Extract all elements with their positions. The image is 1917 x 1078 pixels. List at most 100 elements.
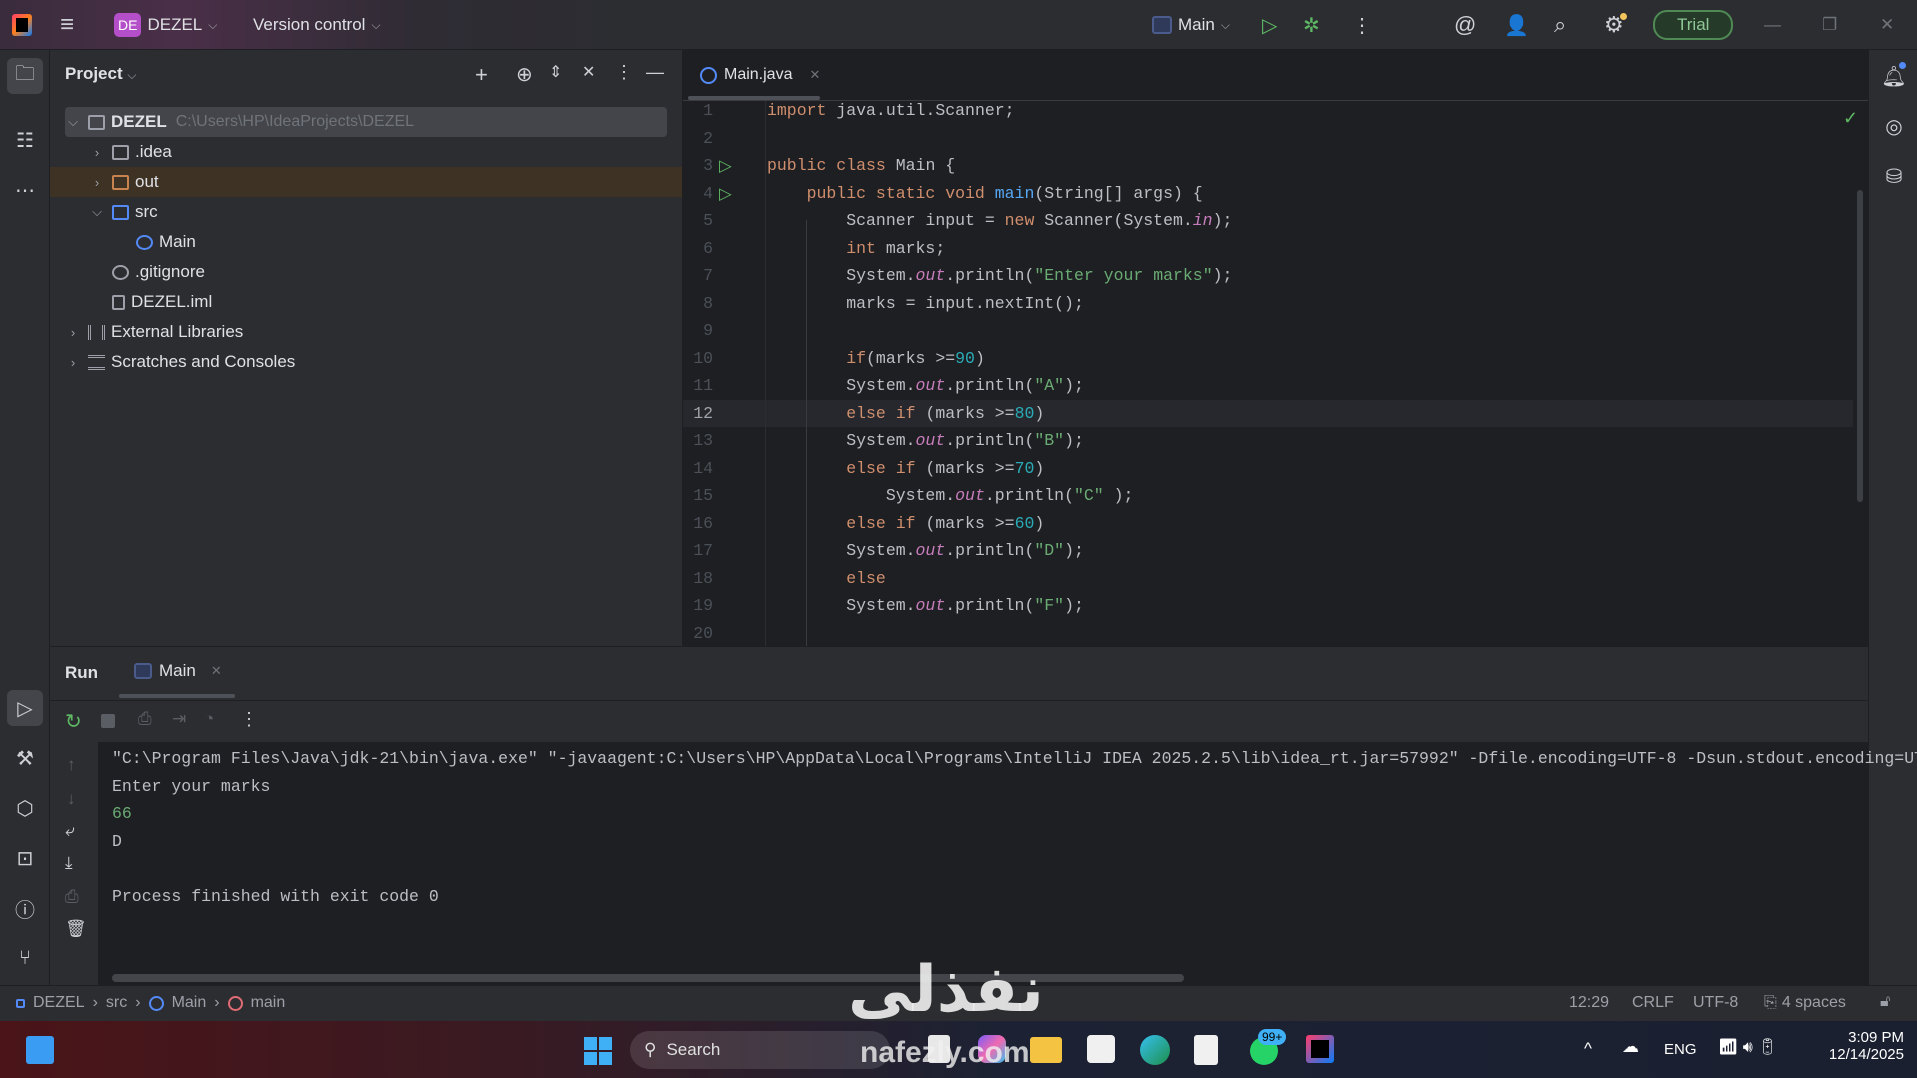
settings-gear-icon[interactable]: ⚙ (1604, 0, 1627, 50)
tree-item[interactable]: ⌵ DEZEL C:\Users\HP\IdeaProjects\DEZEL (65, 107, 667, 137)
attach-debugger-icon[interactable]: ⇥ (172, 709, 186, 729)
clear-trash-icon[interactable]: 🗑︎ (65, 919, 87, 939)
line-separator[interactable]: CRLF (1632, 994, 1674, 1012)
breadcrumb-item[interactable]: main (251, 994, 286, 1012)
soft-wrap-icon[interactable]: ⤶ (65, 821, 75, 841)
code-token: marks = input.nextInt(); (767, 293, 1084, 313)
git-icon[interactable]: ⑂ (7, 940, 43, 976)
ai-assistant-icon[interactable]: @ (1454, 0, 1476, 50)
scroll-down-icon[interactable]: ↓ (67, 789, 76, 809)
print-icon[interactable]: ⎙ (65, 887, 79, 907)
ai-chat-icon[interactable]: ◎ (1876, 108, 1912, 144)
snipping-tool-icon[interactable] (1194, 1035, 1218, 1065)
debug-button[interactable]: ✲ (1303, 0, 1320, 50)
minimize-button[interactable]: — (1764, 0, 1781, 50)
tree-item[interactable]: › Scratches and Consoles (50, 347, 682, 377)
lock-icon[interactable]: 🔓︎ (1880, 993, 1890, 1011)
more-options-icon[interactable]: ⋮ (240, 709, 258, 730)
tree-item[interactable]: .gitignore (50, 257, 682, 287)
project-badge: DE (114, 13, 142, 37)
build-hammer-icon[interactable]: ⚒ (7, 740, 43, 776)
ms-store-icon[interactable] (1087, 1035, 1115, 1063)
profiler-icon[interactable]: ◔ (204, 709, 214, 729)
terminal-icon[interactable]: ⊡ (7, 840, 43, 876)
caret-position[interactable]: 12:29 (1569, 994, 1609, 1012)
run-tab-main[interactable]: Main ✕ (134, 661, 222, 681)
close-tab-icon[interactable]: ✕ (809, 67, 820, 83)
rerun-icon[interactable]: ↻ (65, 709, 82, 734)
wifi-volume-battery-icons[interactable]: 📶︎ 🔊︎ 🔋︎ (1718, 1037, 1778, 1057)
close-tab-icon[interactable]: ✕ (211, 663, 222, 679)
services-icon[interactable]: ⬡ (7, 790, 43, 826)
widgets-icon[interactable] (26, 1036, 54, 1064)
hide-panel-icon[interactable]: — (646, 62, 664, 83)
tree-item[interactable]: DEZEL.iml (50, 287, 682, 317)
onedrive-icon[interactable]: ☁ (1622, 1037, 1639, 1057)
main-menu-icon[interactable]: ≡ (60, 0, 74, 50)
database-icon[interactable]: ⛁ (1876, 158, 1912, 194)
no-problems-check-icon[interactable]: ✓ (1843, 108, 1858, 129)
more-tools-icon[interactable]: ⋯ (7, 172, 43, 208)
structure-tool-icon[interactable]: ☷ (7, 122, 43, 158)
tree-item[interactable]: › External Libraries (50, 317, 682, 347)
console-output[interactable]: "C:\Program Files\Java\jdk-21\bin\java.e… (98, 742, 1917, 986)
problems-icon[interactable]: ⓘ (7, 890, 43, 926)
breadcrumb-item[interactable]: Main (172, 994, 207, 1012)
code-area[interactable]: 1 import java.util.Scanner; 2 3 ▷ public clas… (683, 101, 1868, 646)
new-file-icon[interactable]: + (475, 62, 488, 88)
collapse-all-icon[interactable]: ✕ (582, 62, 595, 82)
options-icon[interactable]: ⋮ (615, 62, 633, 83)
code-token: System. (767, 376, 916, 395)
search-icon[interactable]: ⌕ (1554, 0, 1566, 50)
screenshot-icon[interactable]: ⎙ (138, 709, 152, 729)
run-gutter-icon[interactable]: ▷ (719, 152, 732, 180)
chevron-down-icon[interactable]: ⌵ (66, 114, 80, 130)
breadcrumb-item[interactable]: DEZEL (33, 994, 85, 1012)
file-explorer-icon[interactable] (1030, 1037, 1062, 1063)
notifications-bell-icon[interactable]: 🔔︎ (1876, 58, 1912, 94)
chevron-right-icon[interactable]: › (90, 175, 104, 190)
project-tool-icon[interactable]: 🗀 (7, 58, 43, 94)
version-control-menu[interactable]: Version control ⌵ (253, 0, 381, 50)
line-number: 11 (693, 376, 713, 395)
stop-icon[interactable] (101, 714, 115, 728)
editor-scrollbar[interactable] (1857, 190, 1863, 502)
chevron-right-icon[interactable]: › (90, 145, 104, 160)
run-tool-icon[interactable]: ▷ (7, 690, 43, 726)
taskbar-search[interactable]: ⚲ Search (630, 1031, 890, 1069)
chevron-down-icon[interactable]: ⌵ (90, 204, 104, 220)
locate-file-icon[interactable]: ⊕ (516, 62, 533, 87)
project-panel-title[interactable]: Project ⌵ (65, 64, 136, 84)
tree-item[interactable]: ⌵ src (50, 197, 682, 227)
start-windows-icon[interactable] (584, 1037, 612, 1065)
language-indicator[interactable]: ENG (1664, 1041, 1697, 1058)
chevron-right-icon[interactable]: › (66, 355, 80, 370)
trial-button[interactable]: Trial (1653, 0, 1734, 50)
breadcrumb-item[interactable]: src (106, 994, 127, 1012)
run-config-selector[interactable]: Main ⌵ (1152, 0, 1230, 50)
close-window-button[interactable]: ✕ (1880, 0, 1894, 50)
intellij-logo-icon[interactable] (12, 0, 32, 50)
edge-browser-icon[interactable] (1140, 1035, 1170, 1065)
run-button[interactable]: ▷ (1262, 0, 1277, 50)
tree-item[interactable]: › .idea (50, 137, 682, 167)
file-encoding[interactable]: UTF-8 (1693, 994, 1738, 1012)
line-number: 15 (693, 486, 713, 505)
expand-all-icon[interactable]: ⇕ (549, 62, 562, 82)
tree-item[interactable]: Main (50, 227, 682, 257)
restore-button[interactable]: ❐ (1822, 0, 1837, 50)
project-switcher[interactable]: DE DEZEL ⌵ (114, 0, 217, 50)
clock[interactable]: 3:09 PM 12/14/2025 (1808, 1029, 1904, 1063)
intellij-taskbar-icon[interactable] (1306, 1035, 1334, 1063)
tab-main-java[interactable]: Main.java ✕ (700, 50, 820, 100)
tree-item[interactable]: › out (50, 167, 682, 197)
indent-setting[interactable]: ⎘ 4 spaces (1764, 994, 1846, 1012)
more-actions-icon[interactable]: ⋮ (1352, 0, 1372, 50)
code-token: out (915, 541, 946, 560)
show-hidden-icons-chevron[interactable]: ^ (1584, 1039, 1592, 1059)
code-with-me-icon[interactable]: 👤 (1504, 0, 1529, 50)
chevron-right-icon[interactable]: › (66, 325, 80, 340)
scroll-to-end-icon[interactable]: ⤓ (65, 853, 73, 873)
run-gutter-icon[interactable]: ▷ (719, 180, 732, 208)
scroll-up-icon[interactable]: ↑ (67, 755, 76, 775)
